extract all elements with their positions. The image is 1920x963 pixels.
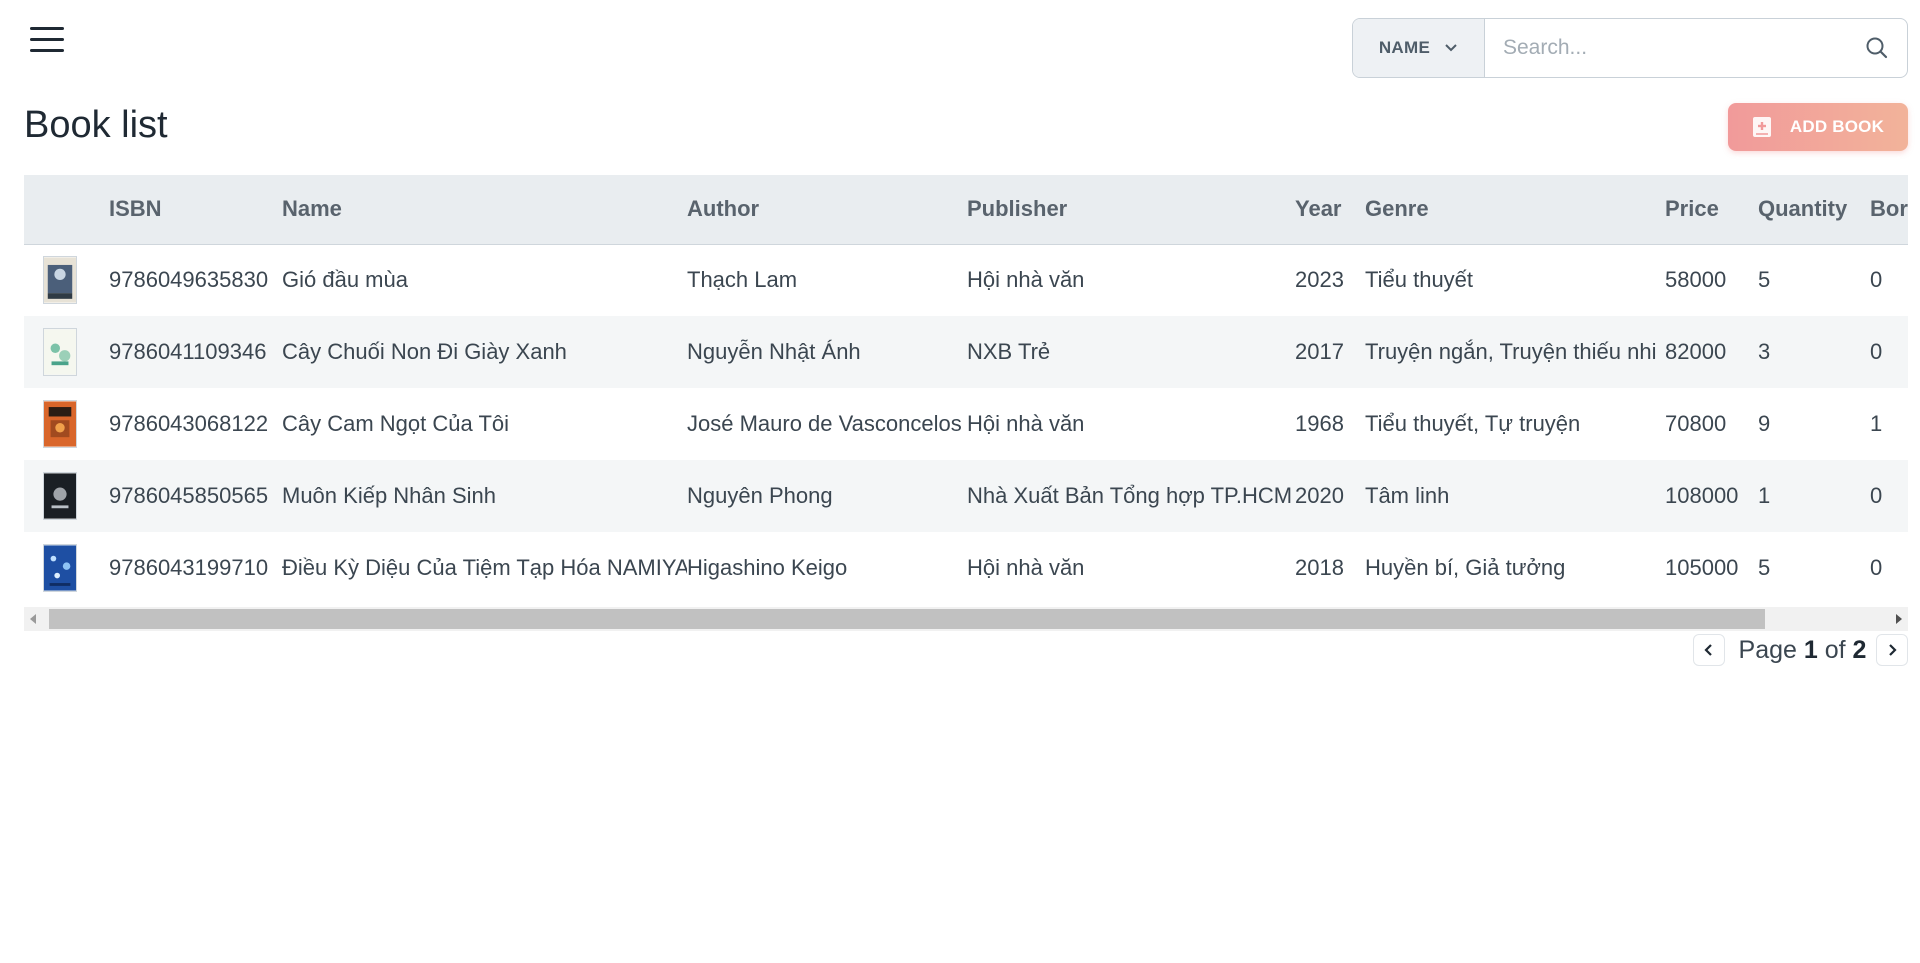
cell-year: 1968 [1295, 411, 1344, 436]
chevron-left-icon [1704, 644, 1712, 656]
table-header-row: ISBN Name Author Publisher Year Genre Pr… [24, 175, 1908, 244]
cell-genre: Tâm linh [1365, 483, 1450, 508]
search-filter-label: NAME [1378, 38, 1431, 57]
cell-borrowed: 0 [1870, 267, 1883, 293]
next-page-button[interactable] [1876, 634, 1908, 666]
column-header-cover [24, 175, 109, 244]
table-row[interactable]: 9786043068122 Cây Cam Ngọt Của Tôi José … [24, 388, 1908, 460]
page-word: Page [1738, 635, 1797, 664]
book-cover-cell [24, 388, 109, 460]
scroll-right-icon[interactable] [1896, 614, 1902, 624]
cell-borrowed: 0 [1870, 339, 1883, 364]
page-title: Book list [24, 104, 168, 146]
cell-price: 58000 [1665, 267, 1727, 293]
cell-isbn: 9786043199710 [109, 555, 269, 580]
cell-genre: Huyền bí, Giả tưởng [1365, 555, 1566, 580]
cell-publisher: Nhà Xuất Bản Tổng hợp TP.HCM [967, 483, 1293, 508]
add-book-button[interactable]: ADD BOOK [1728, 103, 1908, 151]
book-cover-image [43, 256, 77, 305]
cell-name: Muôn Kiếp Nhân Sinh [282, 483, 497, 508]
cell-borrowed: 1 [1870, 411, 1883, 436]
cell-quantity: 5 [1758, 267, 1771, 293]
search-input[interactable] [1485, 19, 1847, 77]
table-row[interactable]: 9786043199710 Điều Kỳ Diệu Của Tiệm Tạp … [24, 532, 1908, 604]
book-table-container: ISBN Name Author Publisher Year Genre Pr… [24, 175, 1908, 631]
column-header-genre[interactable]: Genre [1365, 175, 1665, 244]
cell-isbn: 9786045850565 [109, 483, 269, 508]
book-cover-image [43, 400, 77, 448]
cell-year: 2020 [1295, 483, 1344, 508]
cell-price: 70800 [1665, 411, 1727, 436]
cell-publisher: Hội nhà văn [967, 267, 1085, 293]
cell-isbn: 9786043068122 [109, 411, 269, 436]
cell-isbn: 9786049635830 [109, 267, 269, 293]
cell-publisher: NXB Trẻ [967, 339, 1051, 364]
menu-icon[interactable] [30, 27, 64, 57]
chevron-down-icon [1445, 44, 1457, 52]
scrollbar-thumb[interactable] [49, 609, 1765, 629]
previous-page-button[interactable] [1693, 634, 1725, 666]
cell-name: Điều Kỳ Diệu Của Tiệm Tạp Hóa NAMIYA [282, 555, 687, 580]
cell-year: 2023 [1295, 267, 1344, 293]
cell-genre: Tiểu thuyết [1365, 267, 1474, 293]
book-table: ISBN Name Author Publisher Year Genre Pr… [24, 175, 1908, 604]
cell-author: Nguyễn Nhật Ánh [687, 339, 861, 364]
of-word: of [1824, 635, 1846, 664]
book-cover-cell [24, 532, 109, 604]
column-header-borrowed[interactable]: Borr [1870, 175, 1908, 244]
book-cover-cell [24, 316, 109, 388]
cell-year: 2018 [1295, 555, 1344, 580]
cell-author: Thạch Lam [687, 267, 798, 293]
cell-author: José Mauro de Vasconcelos [687, 411, 962, 436]
cell-quantity: 5 [1758, 555, 1771, 580]
book-cover-image [43, 544, 77, 592]
table-row[interactable]: 9786045850565 Muôn Kiếp Nhân Sinh Nguyên… [24, 460, 1908, 532]
column-header-price[interactable]: Price [1665, 175, 1758, 244]
table-row[interactable]: 9786049635830 Gió đầu mùa Thạch Lam Hội … [24, 244, 1908, 316]
column-header-name[interactable]: Name [282, 175, 687, 244]
chevron-right-icon [1889, 644, 1897, 656]
cell-quantity: 1 [1758, 483, 1771, 508]
search-filter-select[interactable]: NAME [1353, 19, 1485, 77]
cell-name: Cây Chuối Non Đi Giày Xanh [282, 339, 567, 364]
scroll-left-icon[interactable] [30, 614, 36, 624]
cell-year: 2017 [1295, 339, 1344, 364]
current-page: 1 [1803, 635, 1818, 664]
cell-price: 108000 [1665, 483, 1739, 508]
add-book-icon [1752, 117, 1771, 137]
cell-isbn: 9786041109346 [109, 339, 267, 364]
cell-borrowed: 0 [1870, 483, 1883, 508]
book-cover-image [43, 328, 77, 376]
cell-name: Cây Cam Ngọt Của Tôi [282, 411, 510, 436]
book-cover-cell [24, 244, 109, 316]
cell-borrowed: 0 [1870, 555, 1883, 580]
table-row[interactable]: 9786041109346 Cây Chuối Non Đi Giày Xanh… [24, 316, 1908, 388]
column-header-quantity[interactable]: Quantity [1758, 175, 1870, 244]
add-book-label: ADD BOOK [1789, 117, 1885, 136]
cell-genre: Tiểu thuyết, Tự truyện [1365, 411, 1581, 436]
cell-author: Higashino Keigo [687, 555, 848, 580]
search-bar: NAME [1352, 18, 1908, 78]
cell-quantity: 9 [1758, 411, 1771, 436]
column-header-publisher[interactable]: Publisher [967, 175, 1295, 244]
book-cover-image [43, 472, 77, 520]
column-header-author[interactable]: Author [687, 175, 967, 244]
cell-quantity: 3 [1758, 339, 1771, 364]
column-header-isbn[interactable]: ISBN [109, 175, 282, 244]
cell-publisher: Hội nhà văn [967, 411, 1085, 436]
book-cover-cell [24, 460, 109, 532]
cell-genre: Truyện ngắn, Truyện thiếu nhi [1365, 339, 1657, 364]
total-pages: 2 [1852, 635, 1867, 664]
cell-author: Nguyên Phong [687, 483, 833, 508]
cell-price: 105000 [1665, 555, 1739, 580]
search-icon[interactable] [1847, 19, 1907, 77]
horizontal-scrollbar[interactable] [24, 607, 1908, 631]
cell-price: 82000 [1665, 339, 1727, 364]
cell-name: Gió đầu mùa [282, 267, 408, 293]
cell-publisher: Hội nhà văn [967, 555, 1085, 580]
page-indicator: Page 1 of 2 [1739, 636, 1867, 665]
column-header-year[interactable]: Year [1295, 175, 1365, 244]
pagination: Page 1 of 2 [1693, 634, 1908, 666]
